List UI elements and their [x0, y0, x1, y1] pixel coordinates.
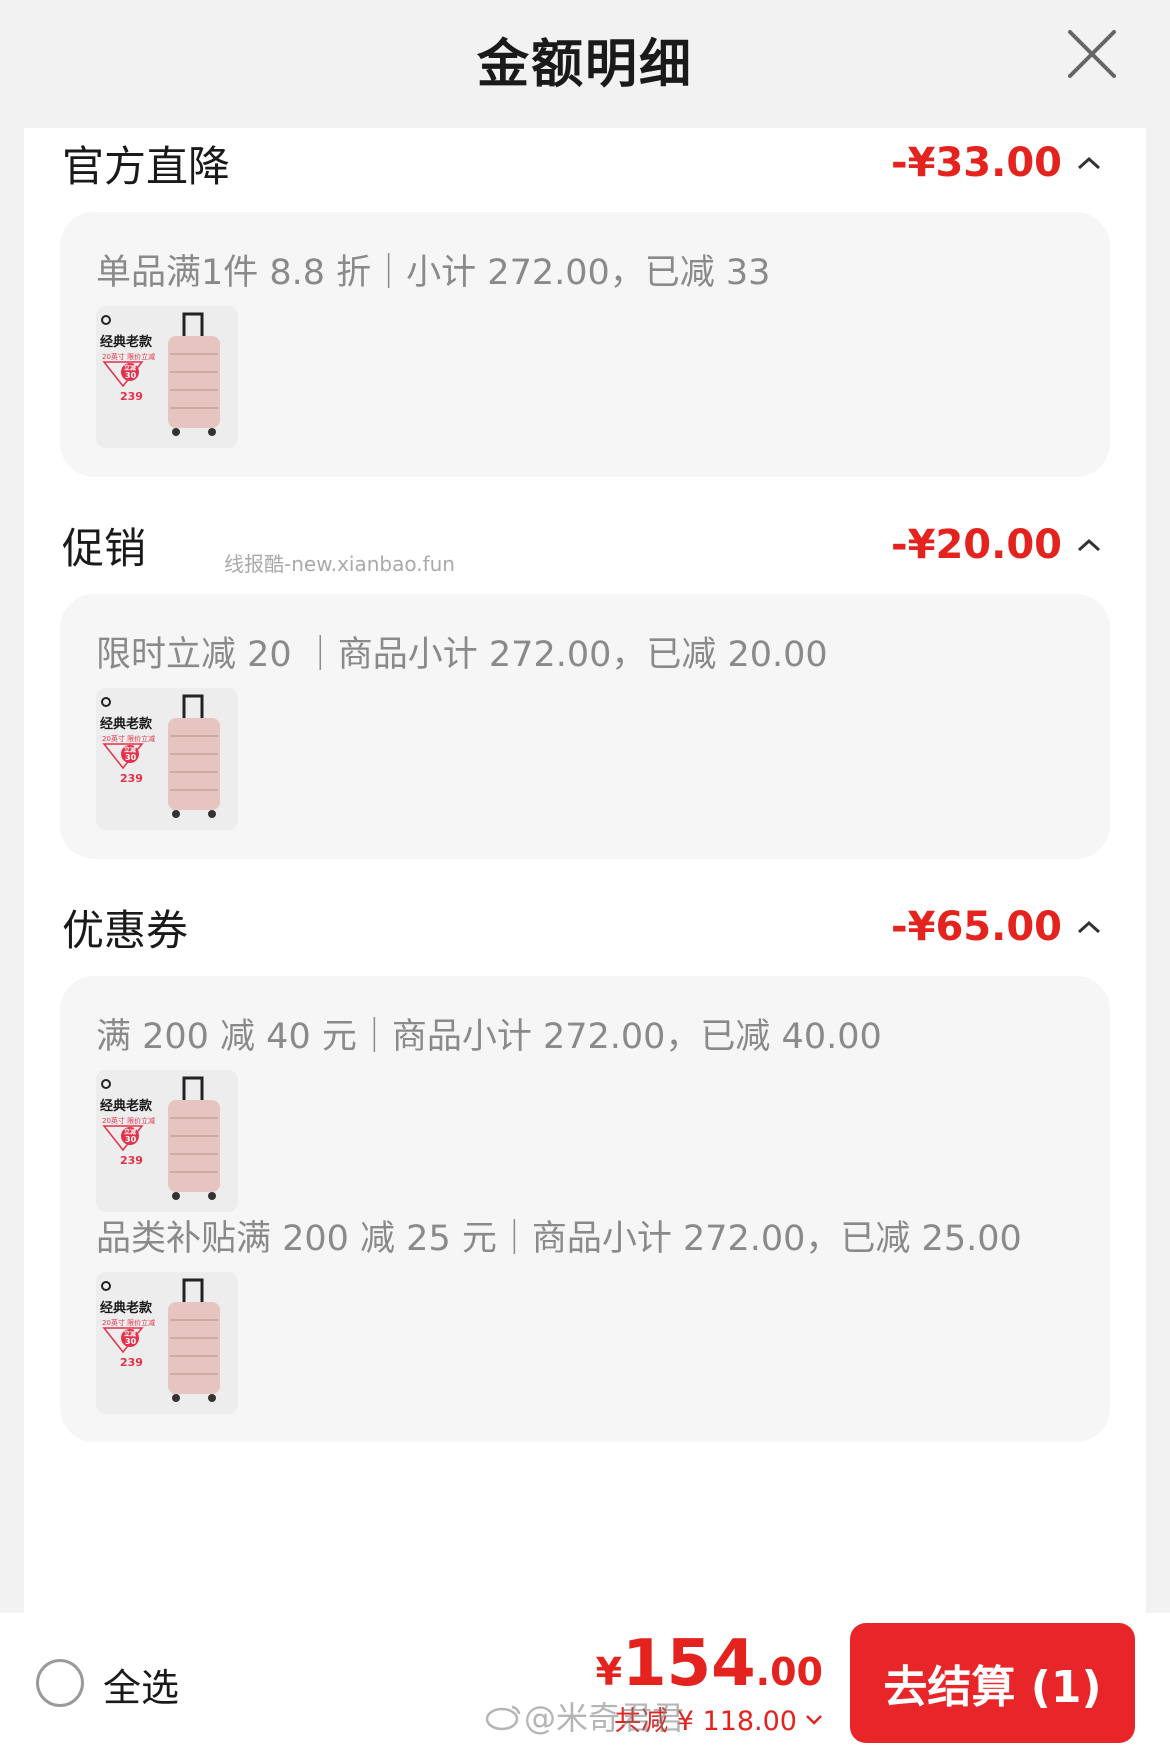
suitcase-product-image: 经典老款20英寸 限价立减立减30239 [96, 306, 238, 448]
dialog-title: 金额明细 [476, 35, 693, 95]
radio-unchecked-icon[interactable] [36, 1659, 84, 1707]
watermark-text: 线报酷-new.xianbao.fun [224, 552, 455, 576]
product-thumbnail[interactable]: 经典老款 20英寸 限价立减 立减 30 239 [96, 306, 238, 448]
section-amount[interactable]: -¥65.00 [891, 904, 1102, 950]
section-coupon-header[interactable]: 优惠券 -¥65.00 [62, 892, 1102, 962]
checkout-button[interactable]: 去结算 (1) [850, 1623, 1135, 1743]
total-currency: ¥ [595, 1650, 623, 1694]
section-amount-value: -¥33.00 [891, 140, 1062, 186]
thumb-sub-text: 20英寸 限价立减 [102, 1116, 155, 1125]
discount-card: 满 200 减 40 元｜商品小计 272.00，已减 40.00 经典老款 20… [60, 976, 1110, 1442]
product-thumbnail[interactable]: 经典老款 20英寸 限价立减 立减 30 239 [96, 1070, 238, 1212]
chevron-down-icon[interactable] [805, 1713, 823, 1725]
thumb-price-text: 239 [120, 1154, 143, 1167]
rule-text: 品类补贴满 200 减 25 元｜商品小计 272.00，已减 25.00 [96, 1219, 1022, 1259]
amount-detail-panel: 官方直降 -¥33.00 单品满1件 8.8 折｜小计 272.00，已减 33… [24, 128, 1146, 1613]
checkout-bar: 全选 ¥154.00 共减 ¥ 118.00 @米奇君君 去结算 (1) [0, 1613, 1170, 1750]
section-title: 促销 [62, 523, 147, 573]
thumb-tag-text: 经典老款 [100, 1300, 153, 1316]
suitcase-product-image: 经典老款20英寸 限价立减立减30239 [96, 688, 238, 830]
section-amount-value: -¥65.00 [891, 904, 1062, 950]
rule-text: 满 200 减 40 元｜商品小计 272.00，已减 40.00 [96, 1017, 882, 1057]
total-price: ¥154.00 [596, 1627, 823, 1701]
section-amount-value: -¥20.00 [891, 522, 1062, 568]
thumb-tag-text: 经典老款 [100, 716, 153, 732]
total-decimal: .00 [755, 1650, 823, 1694]
discount-card: 限时立减 20 ｜商品小计 272.00，已减 20.00 经典老款 20英寸 限… [60, 594, 1110, 859]
thumb-sub-text: 20英寸 限价立减 [102, 1318, 155, 1327]
suitcase-product-image: 经典老款20英寸 限价立减立减30239 [96, 1070, 238, 1212]
thumb-sub-text: 20英寸 限价立减 [102, 352, 155, 361]
select-all-label[interactable]: 全选 [103, 1657, 179, 1712]
suitcase-product-image: 经典老款20英寸 限价立减立减30239 [96, 1272, 238, 1414]
thumb-sub-text: 20英寸 限价立减 [102, 734, 155, 743]
thumb-badge-value: 30 [125, 371, 137, 380]
chevron-up-icon[interactable] [1076, 537, 1102, 553]
dialog-header: 金额明细 [0, 0, 1170, 128]
discount-card: 单品满1件 8.8 折｜小计 272.00，已减 33 经典老款 20英寸 限价立… [60, 212, 1110, 477]
total-integer: 154 [622, 1627, 756, 1701]
thumb-price-text: 239 [120, 772, 143, 785]
thumb-badge-value: 30 [125, 1337, 137, 1346]
weibo-watermark: @米奇君君 [484, 1693, 684, 1739]
thumb-price-text: 239 [120, 1356, 143, 1369]
thumb-badge-value: 30 [125, 1135, 137, 1144]
chevron-up-icon[interactable] [1076, 919, 1102, 935]
rule-text: 单品满1件 8.8 折｜小计 272.00，已减 33 [96, 253, 771, 293]
section-promotion-header[interactable]: 促销 -¥20.00 [62, 510, 1102, 580]
thumb-badge-value: 30 [125, 753, 137, 762]
weibo-icon [485, 1705, 521, 1731]
section-amount[interactable]: -¥20.00 [891, 522, 1102, 568]
close-icon[interactable] [1066, 28, 1118, 80]
thumb-tag-text: 经典老款 [100, 1098, 153, 1114]
product-thumbnail[interactable]: 经典老款 20英寸 限价立减 立减 30 239 [96, 1272, 238, 1414]
section-title: 优惠券 [62, 905, 189, 955]
chevron-up-icon[interactable] [1076, 155, 1102, 171]
section-official-discount-header[interactable]: 官方直降 -¥33.00 [62, 128, 1102, 198]
section-title: 官方直降 [62, 141, 231, 191]
section-amount[interactable]: -¥33.00 [891, 140, 1102, 186]
weibo-handle: @米奇君君 [524, 1699, 685, 1737]
thumb-tag-text: 经典老款 [100, 334, 153, 350]
thumb-price-text: 239 [120, 390, 143, 403]
product-thumbnail[interactable]: 经典老款 20英寸 限价立减 立减 30 239 [96, 688, 238, 830]
rule-text: 限时立减 20 ｜商品小计 272.00，已减 20.00 [96, 635, 828, 675]
